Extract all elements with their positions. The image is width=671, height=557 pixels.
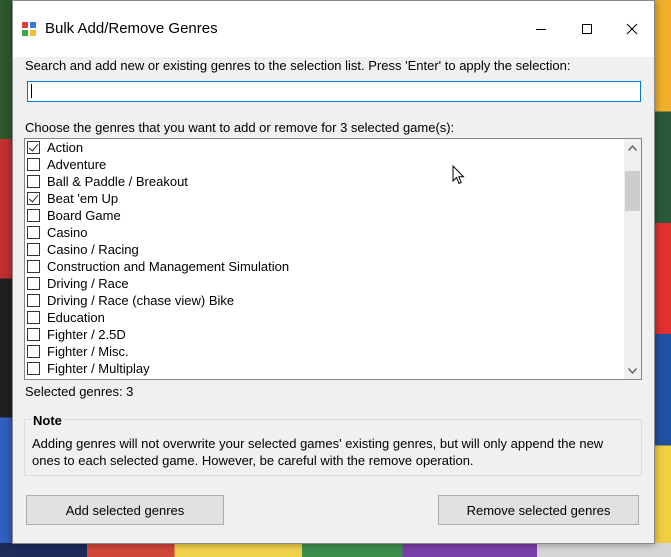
genre-list-item[interactable]: Driving / Race	[25, 275, 624, 292]
genre-label: Fighter / 2.5D	[47, 327, 126, 342]
genre-list-item[interactable]: Casino / Racing	[25, 241, 624, 258]
scroll-up-button[interactable]	[624, 139, 641, 156]
title-bar[interactable]: Bulk Add/Remove Genres	[13, 1, 654, 57]
search-input[interactable]	[27, 81, 641, 102]
list-scrollbar[interactable]	[624, 139, 641, 379]
checkbox-unchecked[interactable]	[27, 345, 40, 358]
checkbox-unchecked[interactable]	[27, 277, 40, 290]
scroll-thumb[interactable]	[625, 171, 640, 211]
genre-label: Driving / Race	[47, 276, 129, 291]
genre-label: Fighter / Multiplay	[47, 361, 150, 376]
dialog-content: Search and add new or existing genres to…	[13, 57, 654, 543]
genre-list-item[interactable]: Construction and Management Simulation	[25, 258, 624, 275]
genre-label: Board Game	[47, 208, 121, 223]
genre-list-item[interactable]: Adventure	[25, 156, 624, 173]
add-genres-button[interactable]: Add selected genres	[26, 495, 224, 525]
note-title: Note	[31, 413, 64, 428]
chevron-up-icon	[628, 144, 637, 151]
genres-label: Choose the genres that you want to add o…	[25, 120, 455, 135]
mouse-cursor-icon	[452, 165, 465, 185]
genre-label: Casino	[47, 225, 88, 240]
close-icon	[626, 23, 638, 35]
checkbox-unchecked[interactable]	[27, 243, 40, 256]
background-right-strip	[655, 0, 671, 557]
background-bottom-strip	[0, 543, 671, 557]
genre-list-item[interactable]: Casino	[25, 224, 624, 241]
selected-count: Selected genres: 3	[25, 384, 134, 399]
maximize-icon	[582, 24, 592, 34]
genre-list-item[interactable]: Board Game	[25, 207, 624, 224]
checkbox-unchecked[interactable]	[27, 328, 40, 341]
bulk-genres-dialog: Bulk Add/Remove Genres Search and add ne…	[12, 0, 655, 544]
checkbox-unchecked[interactable]	[27, 362, 40, 375]
genre-list-item[interactable]: Fighter / 2.5D	[25, 326, 624, 343]
genre-label: Education	[47, 310, 105, 325]
genres-checklist[interactable]: Action Adventure Ball & Paddle / Breakout B…	[24, 138, 642, 380]
minimize-button[interactable]	[518, 1, 564, 57]
genre-list-item[interactable]: Action	[25, 139, 624, 156]
genre-label: Construction and Management Simulation	[47, 259, 290, 274]
remove-genres-button[interactable]: Remove selected genres	[438, 495, 639, 525]
checkbox-unchecked[interactable]	[27, 294, 40, 307]
checkbox-unchecked[interactable]	[27, 311, 40, 324]
window-title: Bulk Add/Remove Genres	[45, 20, 218, 37]
text-caret	[31, 84, 32, 98]
checkbox-unchecked[interactable]	[27, 175, 40, 188]
checkbox-unchecked[interactable]	[27, 226, 40, 239]
checkbox-unchecked[interactable]	[27, 260, 40, 273]
search-label: Search and add new or existing genres to…	[25, 58, 571, 73]
checkbox-checked[interactable]	[27, 192, 40, 205]
minimize-icon	[536, 29, 546, 30]
chevron-down-icon	[628, 367, 637, 374]
genre-label: Action	[47, 140, 84, 155]
checkbox-unchecked[interactable]	[27, 209, 40, 222]
close-button[interactable]	[609, 1, 655, 57]
genre-label: Casino / Racing	[47, 242, 139, 257]
genre-list-item[interactable]: Fighter / Multiplay	[25, 360, 624, 377]
app-icon	[22, 22, 36, 36]
note-text: Adding genres will not overwrite your se…	[32, 436, 604, 468]
maximize-button[interactable]	[564, 1, 610, 57]
genre-items: Action Adventure Ball & Paddle / Breakout B…	[25, 139, 624, 377]
scroll-down-button[interactable]	[624, 362, 641, 379]
genre-label: Driving / Race (chase view) Bike	[47, 293, 235, 308]
genre-list-item[interactable]: Driving / Race (chase view) Bike	[25, 292, 624, 309]
genre-list-item[interactable]: Fighter / Misc.	[25, 343, 624, 360]
genre-label: Beat 'em Up	[47, 191, 119, 206]
genre-label: Adventure	[47, 157, 107, 172]
genre-list-item[interactable]: Education	[25, 309, 624, 326]
checkbox-checked[interactable]	[27, 141, 40, 154]
genre-list-item[interactable]: Beat 'em Up	[25, 190, 624, 207]
background-left-strip	[0, 0, 12, 557]
checkbox-unchecked[interactable]	[27, 158, 40, 171]
genre-label: Ball & Paddle / Breakout	[47, 174, 188, 189]
genre-list-item[interactable]: Ball & Paddle / Breakout	[25, 173, 624, 190]
genre-label: Fighter / Misc.	[47, 344, 129, 359]
